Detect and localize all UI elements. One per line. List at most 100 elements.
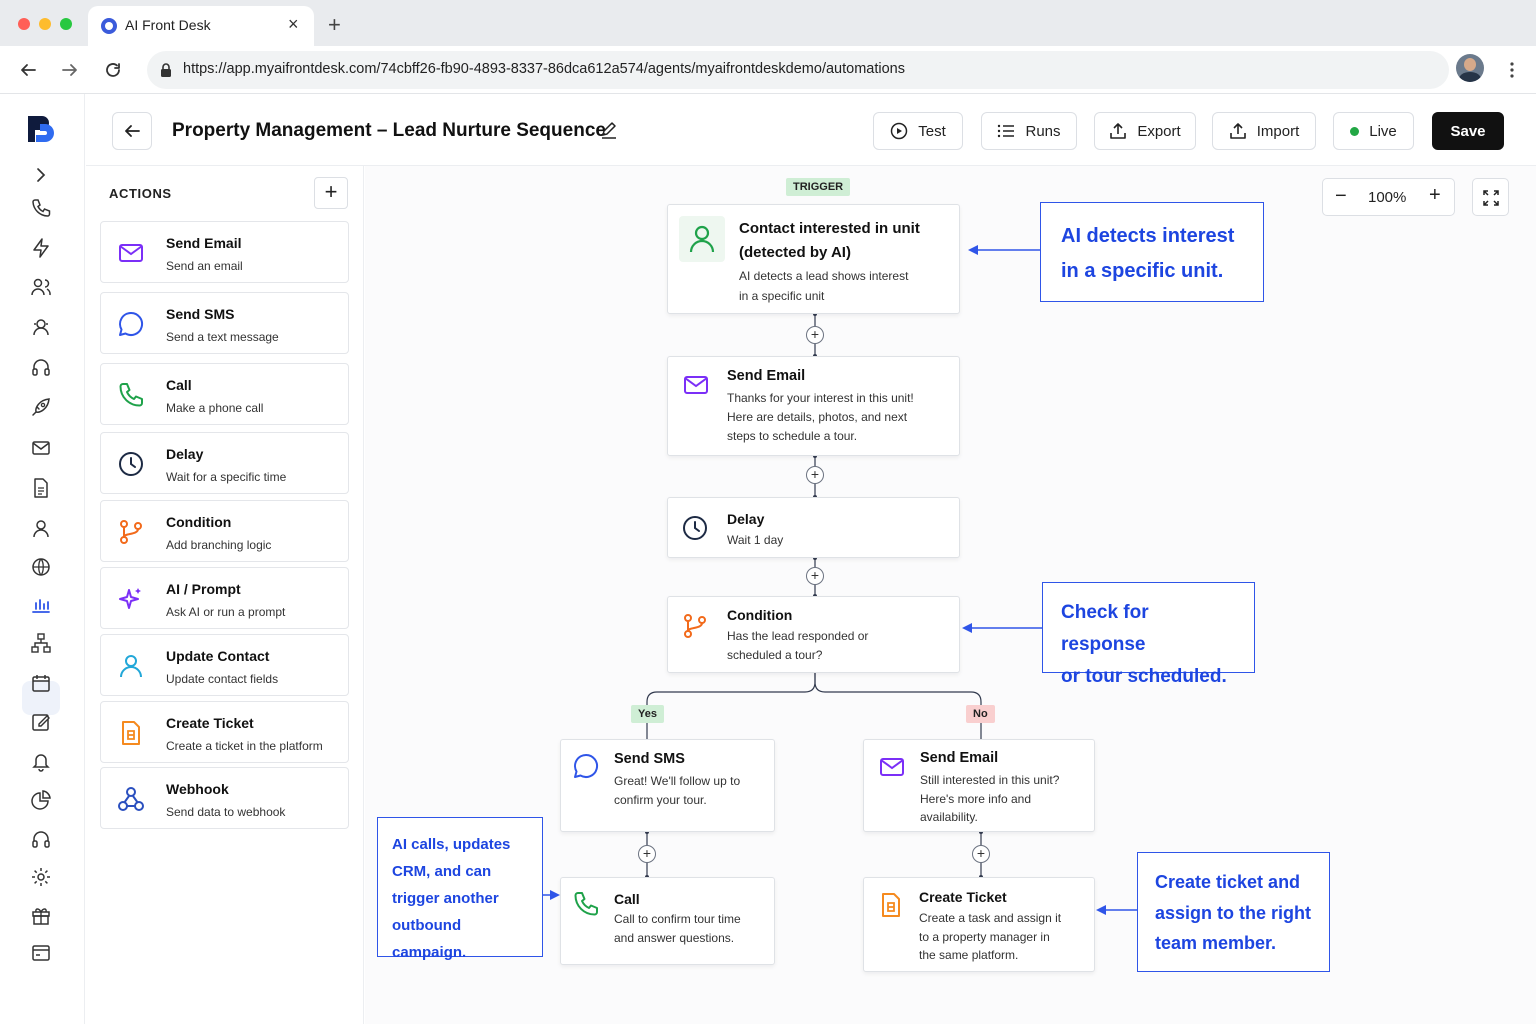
action-card-webhook[interactable]: Webhook Send data to webhook	[100, 767, 349, 829]
action-card-send-email[interactable]: Send Email Send an email	[100, 221, 349, 283]
save-button[interactable]: Save	[1432, 112, 1504, 150]
node-description: Call to confirm tour time and answer que…	[614, 912, 741, 945]
action-card-delay[interactable]: Delay Wait for a specific time	[100, 432, 349, 494]
agents-icon[interactable]	[30, 316, 52, 338]
browser-tab[interactable]: AI Front Desk ×	[88, 6, 314, 46]
url-field[interactable]: https://app.myaifrontdesk.com/74cbff26-f…	[147, 51, 1449, 89]
action-title: Condition	[166, 514, 232, 530]
yes-branch-tag: Yes	[631, 705, 664, 723]
node-description: Great! We'll follow up to confirm your t…	[614, 774, 741, 807]
close-tab-icon[interactable]: ×	[288, 14, 299, 35]
action-card-update-contact[interactable]: Update Contact Update contact fields	[100, 634, 349, 696]
support-headset-icon[interactable]	[30, 828, 52, 850]
expand-chevron-icon[interactable]	[30, 164, 52, 186]
chat-icon	[574, 753, 598, 778]
runs-button[interactable]: Runs	[981, 112, 1077, 150]
minimize-window-dot[interactable]	[39, 18, 51, 30]
play-circle-icon	[890, 122, 908, 140]
fullscreen-icon	[1483, 190, 1499, 206]
list-icon	[998, 124, 1015, 138]
send-sms-node[interactable]: Send SMS Great! We'll follow up to confi…	[560, 739, 775, 832]
reload-icon[interactable]	[104, 61, 122, 79]
node-title: Create Ticket	[919, 889, 1007, 905]
trigger-node[interactable]: Contact interested in unit (detected by …	[667, 204, 960, 314]
mail-icon	[119, 244, 143, 262]
back-arrow-icon[interactable]	[19, 61, 37, 79]
rocket-icon[interactable]	[30, 396, 52, 418]
headset-icon[interactable]	[30, 356, 52, 378]
users-icon[interactable]	[30, 276, 52, 298]
browser-tab-bar: AI Front Desk × +	[0, 0, 1536, 46]
edit-icon[interactable]	[30, 711, 52, 733]
zoom-out-button[interactable]: −	[1335, 185, 1347, 208]
node-title: Send Email	[920, 750, 999, 766]
action-card-ai-prompt[interactable]: AI / Prompt Ask AI or run a prompt	[100, 567, 349, 629]
create-ticket-node[interactable]: Create Ticket Create a task and assign i…	[863, 877, 1095, 972]
add-step-button[interactable]: +	[806, 567, 824, 585]
action-card-send-sms[interactable]: Send SMS Send a text message	[100, 292, 349, 354]
phone-nav-icon[interactable]	[30, 197, 52, 219]
page-header: Property Management – Lead Nurture Seque…	[86, 94, 1536, 166]
calendar-icon[interactable]	[30, 672, 52, 694]
ticket-icon	[122, 721, 140, 745]
node-description: Still interested in this unit? Here's mo…	[920, 773, 1060, 824]
contact-icon[interactable]	[30, 517, 52, 539]
pie-chart-icon[interactable]	[30, 789, 52, 811]
forward-arrow-icon[interactable]	[61, 61, 79, 79]
close-window-dot[interactable]	[18, 18, 30, 30]
node-title: Contact interested in unit (detected by …	[739, 220, 920, 261]
back-button[interactable]	[112, 112, 152, 150]
profile-avatar[interactable]	[1456, 54, 1484, 82]
add-action-button[interactable]: +	[314, 177, 348, 209]
action-subtitle: Create a ticket in the platform	[166, 739, 323, 753]
fullscreen-button[interactable]	[1472, 178, 1509, 216]
add-step-button[interactable]: +	[806, 326, 824, 344]
upload-icon	[1229, 123, 1246, 139]
live-status-button[interactable]: Live	[1333, 112, 1414, 150]
condition-node[interactable]: Condition Has the lead responded or sche…	[667, 596, 960, 673]
action-title: Create Ticket	[166, 715, 254, 731]
branch-icon	[120, 520, 142, 544]
new-tab-icon[interactable]: +	[328, 12, 341, 38]
analytics-icon[interactable]	[30, 594, 52, 616]
kebab-menu-icon[interactable]	[1506, 60, 1518, 80]
call-node[interactable]: Call Call to confirm tour time and answe…	[560, 877, 775, 965]
delay-node[interactable]: Delay Wait 1 day	[667, 497, 960, 558]
export-button[interactable]: Export	[1094, 112, 1196, 150]
add-step-button[interactable]: +	[638, 845, 656, 863]
action-card-call[interactable]: Call Make a phone call	[100, 363, 349, 425]
settings-gear-icon[interactable]	[30, 866, 52, 888]
import-button[interactable]: Import	[1212, 112, 1316, 150]
add-step-button[interactable]: +	[806, 466, 824, 484]
favicon-icon	[101, 18, 117, 34]
send-email-node[interactable]: Send Email Still interested in this unit…	[863, 739, 1095, 832]
bell-icon[interactable]	[30, 750, 52, 772]
mail-icon	[684, 376, 708, 394]
gift-icon[interactable]	[30, 904, 52, 926]
zoom-level: 100%	[1368, 189, 1407, 206]
back-arrow-icon	[125, 125, 140, 137]
url-text: https://app.myaifrontdesk.com/74cbff26-f…	[183, 61, 905, 77]
workflow-canvas[interactable]: + + + + + TRIGGER Yes No − 100% + Contac…	[365, 166, 1536, 1024]
billing-icon[interactable]	[30, 942, 52, 964]
document-icon[interactable]	[30, 477, 52, 499]
test-button[interactable]: Test	[873, 112, 963, 150]
mail-nav-icon[interactable]	[30, 437, 52, 459]
node-description: Thanks for your interest in this unit! H…	[727, 391, 914, 443]
action-card-condition[interactable]: Condition Add branching logic	[100, 500, 349, 562]
zoom-in-button[interactable]: +	[1429, 184, 1441, 207]
add-step-button[interactable]: +	[972, 845, 990, 863]
app-logo[interactable]	[26, 114, 60, 144]
maximize-window-dot[interactable]	[60, 18, 72, 30]
edit-title-icon[interactable]	[600, 121, 618, 139]
bolt-icon[interactable]	[30, 237, 52, 259]
node-title: Delay	[727, 511, 765, 527]
action-subtitle: Send a text message	[166, 330, 279, 344]
action-card-create-ticket[interactable]: Create Ticket Create a ticket in the pla…	[100, 701, 349, 763]
hierarchy-icon[interactable]	[30, 632, 52, 654]
send-email-node[interactable]: Send Email Thanks for your interest in t…	[667, 356, 960, 456]
webhook-icon	[118, 787, 144, 811]
phone-icon	[574, 892, 598, 916]
globe-icon[interactable]	[30, 556, 52, 578]
actions-title: ACTIONS	[109, 186, 172, 201]
